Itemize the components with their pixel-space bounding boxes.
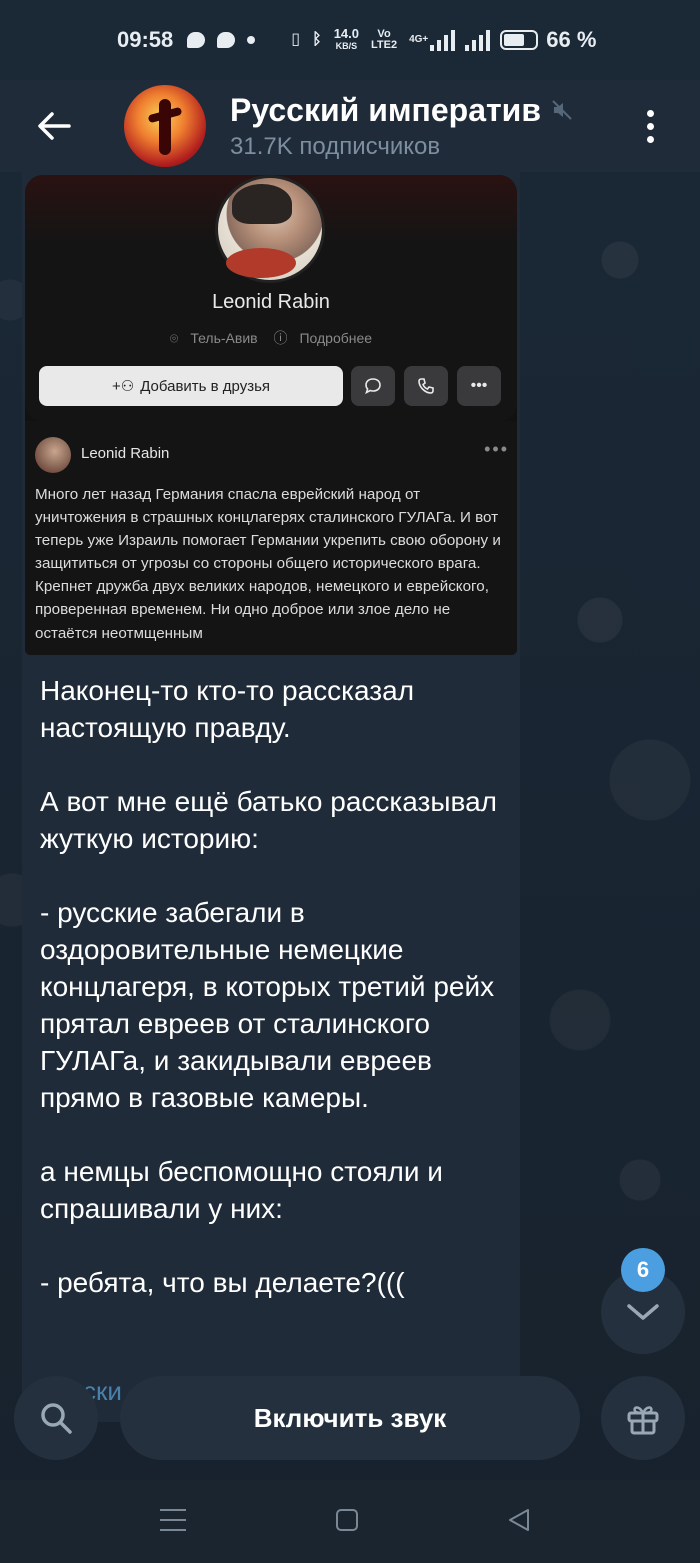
status-bar: 09:58 ▯ ᛒ 14.0 KB/S Vo LTE2 4G+ 66 % xyxy=(0,0,700,80)
profile-meta: ⌾ Тель-Авив ⓘ Подробнее xyxy=(25,328,517,348)
volte-indicator: Vo LTE2 xyxy=(371,29,397,51)
channel-info[interactable]: Русский императив 31.7K подписчиков xyxy=(230,92,573,161)
unmute-button[interactable]: Включить звук xyxy=(120,1376,580,1460)
profile-details: Подробнее xyxy=(299,330,373,346)
add-friend-icon: +⚇ xyxy=(111,378,135,395)
menu-line-icon xyxy=(160,1519,186,1521)
vibrate-icon: ▯ xyxy=(291,31,301,48)
more-dot-icon xyxy=(646,135,654,143)
back-button[interactable] xyxy=(24,96,84,156)
more-notifications-icon xyxy=(247,36,256,44)
arrow-left-icon xyxy=(38,112,71,140)
phone-icon xyxy=(404,366,448,406)
battery-icon xyxy=(500,30,539,50)
message-bubble[interactable]: Leonid Rabin ⌾ Тель-Авив ⓘ Подробнее +⚇ До… xyxy=(22,172,520,1422)
more-options-button[interactable] xyxy=(630,98,670,154)
more-dot-icon xyxy=(646,122,654,130)
chevron-down-icon xyxy=(627,1304,659,1320)
network-speed-value: 14.0 xyxy=(333,26,360,41)
nav-recent-apps-button[interactable] xyxy=(160,1509,186,1531)
post-menu-icon: ••• xyxy=(484,439,509,459)
unread-count-badge: 6 xyxy=(621,1248,665,1292)
signal-strength-icon-1 xyxy=(430,29,456,51)
search-icon xyxy=(41,1403,72,1434)
chat-notification-icon xyxy=(217,32,236,48)
gift-button[interactable] xyxy=(601,1376,685,1460)
channel-title-row: Русский императив xyxy=(230,92,573,129)
network-speed-unit: KB/S xyxy=(335,41,358,51)
more-horizontal-icon: ••• xyxy=(457,366,501,406)
network-type: 4G+ xyxy=(409,34,429,45)
status-time: 09:58 xyxy=(117,27,174,52)
message-text: Наконец-то кто-то рассказал настоящую пр… xyxy=(40,675,497,1298)
add-friend-label: Добавить в друзья xyxy=(140,377,271,395)
profile-photo-hair xyxy=(232,184,292,224)
gift-icon xyxy=(627,1406,659,1435)
add-friend-button: +⚇ Добавить в друзья xyxy=(39,366,343,406)
message-photo[interactable]: Leonid Rabin ⌾ Тель-Авив ⓘ Подробнее +⚇ До… xyxy=(25,175,517,655)
profile-location: Тель-Авив xyxy=(190,330,258,346)
chat-header: Русский императив 31.7K подписчиков xyxy=(0,80,700,172)
bluetooth-icon: ᛒ xyxy=(312,31,322,48)
menu-line-icon xyxy=(160,1509,186,1511)
channel-subscribers: 31.7K подписчиков xyxy=(230,132,441,160)
search-button[interactable] xyxy=(14,1376,98,1460)
info-icon: ⓘ xyxy=(273,330,288,346)
location-pin-icon: ⌾ xyxy=(169,330,179,346)
menu-line-icon xyxy=(160,1529,186,1531)
signal-strength-icon-2 xyxy=(465,29,491,51)
network-speed: 14.0 KB/S xyxy=(333,26,360,52)
lte-label: LTE2 xyxy=(371,39,398,51)
message-notification-icon xyxy=(187,32,206,48)
system-nav-bar xyxy=(0,1480,700,1563)
post-area: Leonid Rabin ••• Много лет назад Германи… xyxy=(25,421,517,655)
profile-photo xyxy=(215,175,325,283)
channel-title: Русский императив xyxy=(230,91,542,128)
post-author-avatar xyxy=(35,437,71,473)
channel-avatar[interactable] xyxy=(124,85,206,167)
nav-home-button[interactable] xyxy=(336,1509,358,1531)
more-dot-icon xyxy=(646,109,654,117)
post-text: Много лет назад Германия спасла еврейски… xyxy=(35,486,501,642)
profile-photo-scarf xyxy=(226,248,296,278)
avatar-figure xyxy=(159,99,171,155)
nav-back-button[interactable] xyxy=(506,1507,532,1533)
battery-percent: 66 % xyxy=(546,27,597,52)
profile-card: Leonid Rabin ⌾ Тель-Авив ⓘ Подробнее +⚇ До… xyxy=(25,175,517,421)
profile-name: Leonid Rabin xyxy=(212,291,330,313)
post-author: Leonid Rabin xyxy=(81,445,170,462)
message-icon xyxy=(351,366,395,406)
muted-icon xyxy=(552,100,572,120)
